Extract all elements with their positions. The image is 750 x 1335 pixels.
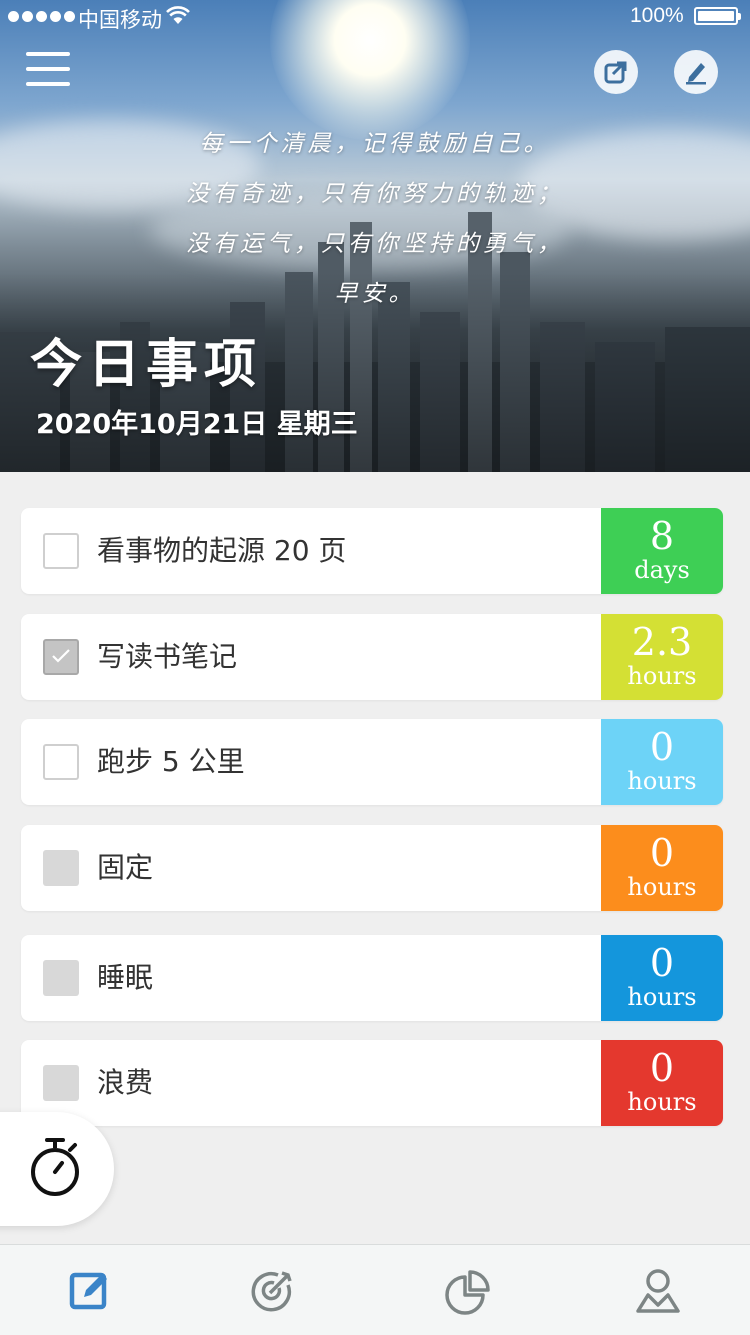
tab-bar bbox=[0, 1244, 750, 1335]
battery-percent: 100% bbox=[630, 4, 684, 27]
task-checkbox[interactable] bbox=[43, 744, 79, 780]
edit-icon bbox=[69, 1272, 107, 1310]
pencil-icon[interactable] bbox=[674, 50, 718, 94]
share-icon[interactable] bbox=[594, 50, 638, 94]
duration-unit: hours bbox=[627, 983, 697, 1011]
task-row[interactable]: 跑步 5 公里 0 hours bbox=[21, 719, 723, 805]
wifi-icon bbox=[166, 6, 190, 24]
quote-line: 没有奇迹，只有你努力的轨迹； bbox=[186, 181, 564, 207]
signal-icon bbox=[8, 11, 75, 22]
task-row[interactable]: 写读书笔记 2.3 hours bbox=[21, 614, 723, 700]
duration-value: 0 bbox=[649, 831, 675, 875]
task-duration-badge: 0 hours bbox=[601, 825, 723, 911]
stopwatch-icon bbox=[31, 1138, 79, 1196]
morning-quote: 每一个清晨，记得鼓励自己。 没有奇迹，只有你努力的轨迹； 没有运气，只有你坚持的… bbox=[120, 126, 630, 326]
hero-banner: 中国移动 100% 每一个清晨，记得鼓励自己。 没有奇迹，只有你努力的轨迹； 没… bbox=[0, 0, 750, 472]
duration-value: 8 bbox=[649, 514, 675, 558]
duration-value: 0 bbox=[649, 725, 675, 769]
quote-line: 早安。 bbox=[334, 281, 416, 307]
task-duration-badge: 8 days bbox=[601, 508, 723, 594]
duration-unit: hours bbox=[627, 767, 697, 795]
task-label: 睡眠 bbox=[97, 961, 154, 994]
tab-edit[interactable] bbox=[62, 1263, 118, 1319]
duration-unit: hours bbox=[627, 873, 697, 901]
task-checkbox[interactable] bbox=[43, 1065, 79, 1101]
page-title: 今日事项 bbox=[30, 334, 263, 395]
duration-unit: hours bbox=[627, 1088, 697, 1116]
task-duration-badge: 0 hours bbox=[601, 1040, 723, 1126]
battery-icon bbox=[694, 7, 741, 25]
task-label: 固定 bbox=[97, 851, 154, 884]
task-row[interactable]: 看事物的起源 20 页 8 days bbox=[21, 508, 723, 594]
task-label: 写读书笔记 bbox=[97, 640, 238, 673]
task-duration-badge: 2.3 hours bbox=[601, 614, 723, 700]
profile-icon bbox=[636, 1269, 680, 1313]
timer-button[interactable] bbox=[0, 1112, 114, 1226]
quote-line: 每一个清晨，记得鼓励自己。 bbox=[199, 131, 551, 157]
task-checkbox[interactable] bbox=[43, 533, 79, 569]
task-label: 看事物的起源 20 页 bbox=[97, 534, 347, 567]
task-checkbox[interactable] bbox=[43, 639, 79, 675]
tab-profile[interactable] bbox=[630, 1263, 686, 1319]
quote-line: 没有运气，只有你坚持的勇气， bbox=[186, 231, 564, 257]
duration-value: 0 bbox=[649, 941, 675, 985]
task-duration-badge: 0 hours bbox=[601, 935, 723, 1021]
pie-chart-icon bbox=[445, 1270, 490, 1315]
date-label: 2020年10月21日 星期三 bbox=[36, 409, 358, 440]
duration-value: 2.3 bbox=[631, 620, 693, 664]
checkmark-icon bbox=[52, 649, 70, 663]
task-checkbox[interactable] bbox=[43, 850, 79, 886]
tab-goals[interactable] bbox=[244, 1263, 300, 1319]
task-row[interactable]: 睡眠 0 hours bbox=[21, 935, 723, 1021]
task-duration-badge: 0 hours bbox=[601, 719, 723, 805]
task-checkbox[interactable] bbox=[43, 960, 79, 996]
task-label: 跑步 5 公里 bbox=[97, 745, 245, 778]
task-row[interactable]: 固定 0 hours bbox=[21, 825, 723, 911]
status-bar: 中国移动 100% bbox=[0, 0, 750, 34]
carrier-label: 中国移动 bbox=[78, 9, 162, 32]
duration-unit: days bbox=[634, 556, 690, 584]
duration-value: 0 bbox=[649, 1046, 675, 1090]
tab-stats[interactable] bbox=[440, 1263, 496, 1319]
task-row[interactable]: 浪费 0 hours bbox=[21, 1040, 723, 1126]
target-icon bbox=[251, 1271, 292, 1312]
task-label: 浪费 bbox=[97, 1066, 154, 1099]
duration-unit: hours bbox=[627, 662, 697, 690]
hamburger-menu-icon[interactable] bbox=[26, 52, 70, 86]
